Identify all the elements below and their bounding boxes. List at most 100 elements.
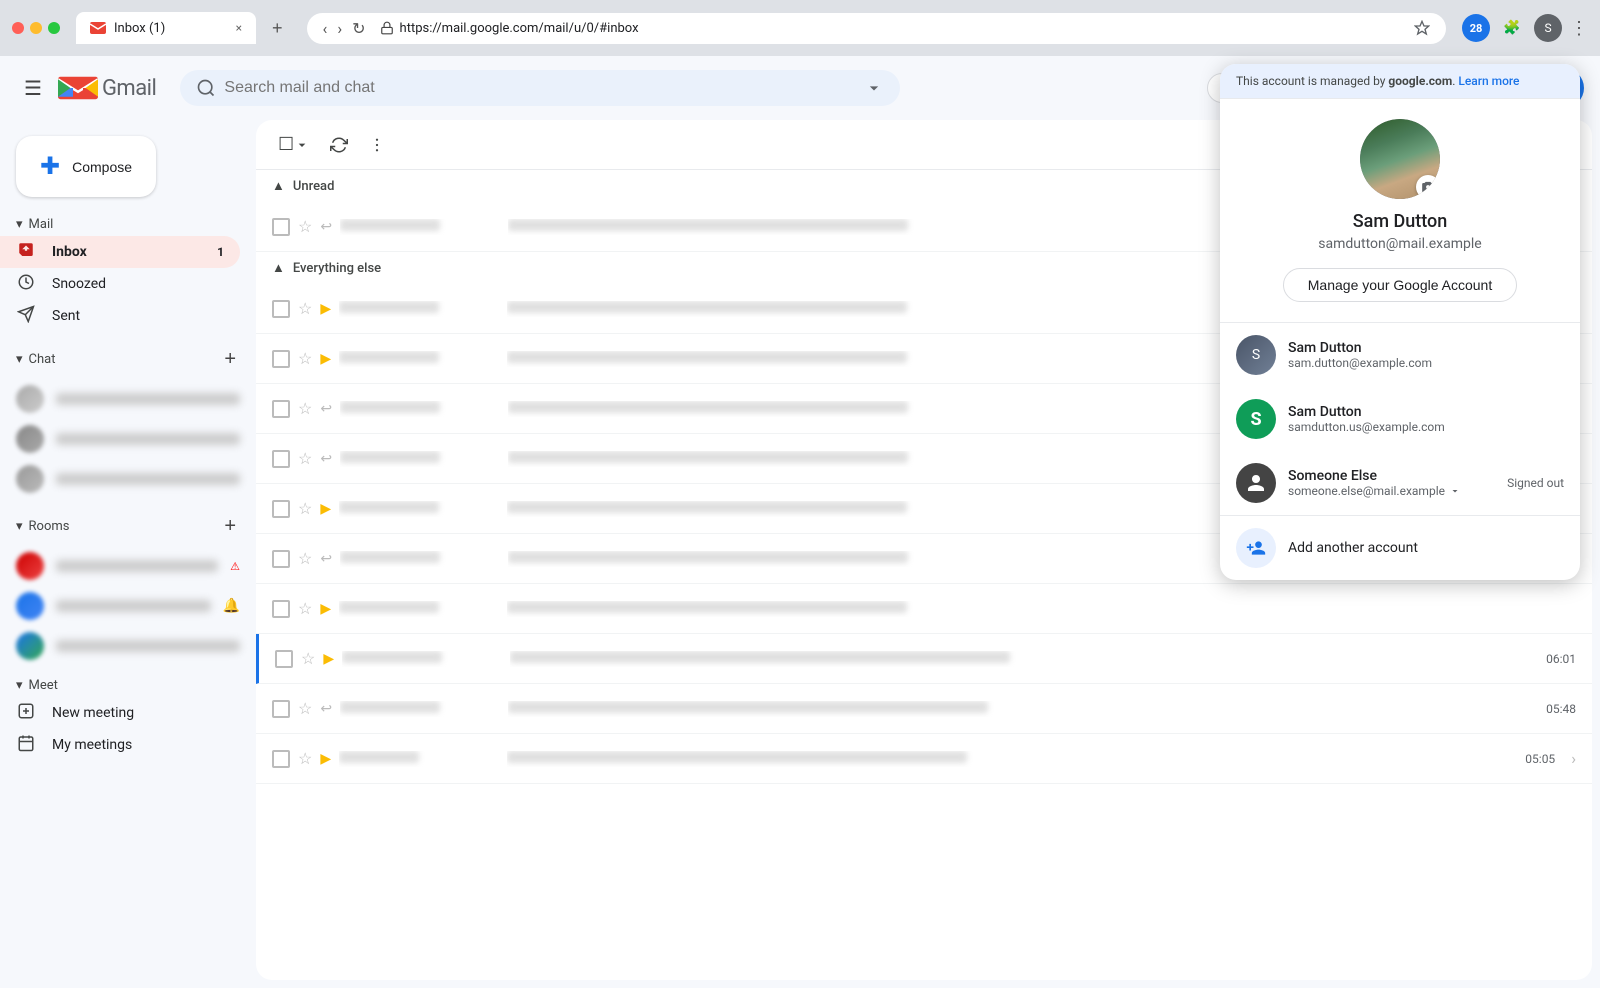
chat-item-2[interactable] [0, 419, 256, 459]
add-room-button[interactable]: + [220, 511, 240, 542]
forward-icon: ▶ [320, 751, 331, 767]
account-item-3[interactable]: Someone Else someone.else@mail.example S… [1220, 451, 1580, 515]
browser-menu-icon[interactable]: ⋮ [1570, 18, 1588, 39]
sidebar-item-new-meeting[interactable]: New meeting [0, 697, 240, 729]
forward-icon: ↩ [320, 701, 332, 717]
sidebar-item-snoozed[interactable]: Snoozed [0, 268, 240, 300]
star-icon[interactable]: ☆ [301, 649, 315, 668]
new-meeting-icon [16, 702, 36, 725]
email-preview [508, 701, 1530, 717]
account-item-2[interactable]: S Sam Dutton samdutton.us@example.com [1220, 387, 1580, 451]
chat-item-1[interactable] [0, 379, 256, 419]
star-icon[interactable]: ☆ [298, 299, 312, 318]
camera-icon[interactable] [1416, 175, 1440, 199]
email-checkbox[interactable] [275, 650, 293, 668]
unread-label: Unread [293, 179, 335, 194]
menu-hamburger-button[interactable]: ☰ [16, 68, 50, 109]
star-icon[interactable]: ☆ [298, 749, 312, 768]
email-checkbox[interactable] [272, 550, 290, 568]
chat-section-header[interactable]: ▾ Chat + [0, 340, 256, 379]
chat-avatar-3 [16, 465, 44, 493]
learn-more-link[interactable]: Learn more [1458, 74, 1519, 88]
email-checkbox[interactable] [272, 350, 290, 368]
email-sender [340, 551, 500, 567]
email-checkbox[interactable] [272, 400, 290, 418]
forward-icon[interactable]: › [337, 19, 342, 38]
account-info-1: Sam Dutton sam.dutton@example.com [1288, 340, 1564, 370]
room-avatar-1 [16, 552, 44, 580]
email-row-ee-8[interactable]: ☆ ▶ 06:01 [256, 634, 1592, 684]
search-icon [196, 78, 216, 98]
browser-tab[interactable]: Inbox (1) × [76, 12, 256, 44]
room-item-3[interactable] [0, 626, 256, 666]
mail-section-label: Mail [29, 217, 54, 232]
email-checkbox[interactable] [272, 500, 290, 518]
compose-button[interactable]: ✚ Compose [16, 136, 156, 197]
mail-section-header[interactable]: ▾ Mail [0, 213, 256, 236]
reload-icon[interactable]: ↻ [352, 19, 365, 38]
new-tab-button[interactable]: + [264, 18, 291, 39]
select-dropdown-icon[interactable] [294, 137, 310, 153]
tab-close-button[interactable]: × [236, 21, 242, 35]
expand-icon[interactable]: › [1571, 749, 1576, 768]
lock-icon [380, 21, 394, 35]
account-item-1[interactable]: S Sam Dutton sam.dutton@example.com [1220, 323, 1580, 387]
puzzle-extension-icon[interactable]: 🧩 [1498, 14, 1526, 42]
forward-icon: ▶ [320, 301, 331, 317]
refresh-button[interactable] [324, 130, 354, 160]
add-chat-button[interactable]: + [220, 344, 240, 375]
room-item-2[interactable]: 🔔 [0, 586, 256, 626]
search-bar[interactable] [180, 70, 900, 106]
email-row-ee-9[interactable]: ☆ ↩ 05:48 [256, 684, 1592, 734]
meet-section-label: Meet [29, 678, 58, 693]
star-icon[interactable]: ☆ [298, 599, 312, 618]
bookmark-icon[interactable] [1414, 20, 1430, 36]
manage-account-button[interactable]: Manage your Google Account [1283, 268, 1517, 302]
star-icon[interactable]: ☆ [298, 449, 312, 468]
window-maximize-dot[interactable] [48, 22, 60, 34]
add-account-button[interactable]: Add another account [1220, 515, 1580, 580]
address-bar[interactable]: ‹ › ↻ https://mail.google.com/mail/u/0/#… [307, 13, 1446, 44]
window-close-dot[interactable] [12, 22, 24, 34]
my-meetings-icon [16, 734, 36, 757]
email-preview [507, 601, 1576, 617]
room-item-1[interactable]: ⚠ [0, 546, 256, 586]
sidebar-item-my-meetings[interactable]: My meetings [0, 729, 240, 761]
email-checkbox[interactable] [272, 300, 290, 318]
account-email-1: sam.dutton@example.com [1288, 356, 1564, 370]
email-row-ee-7[interactable]: ☆ ▶ [256, 584, 1592, 634]
profile-avatar[interactable]: S [1534, 14, 1562, 42]
email-checkbox[interactable] [272, 450, 290, 468]
unread-chevron-icon[interactable]: ▲ [272, 178, 285, 194]
account-email-2: samdutton.us@example.com [1288, 420, 1564, 434]
meet-section-header[interactable]: ▾ Meet [0, 674, 256, 697]
chat-item-3[interactable] [0, 459, 256, 499]
search-dropdown-icon[interactable] [864, 78, 884, 98]
star-icon[interactable]: ☆ [298, 549, 312, 568]
star-icon[interactable]: ☆ [298, 217, 312, 236]
email-checkbox[interactable] [272, 750, 290, 768]
sidebar-item-sent[interactable]: Sent [0, 300, 240, 332]
calendar-extension-icon[interactable]: 28 [1462, 14, 1490, 42]
back-icon[interactable]: ‹ [323, 19, 328, 38]
more-options-button[interactable] [362, 130, 392, 160]
star-icon[interactable]: ☆ [298, 499, 312, 518]
sidebar-item-inbox[interactable]: Inbox 1 [0, 236, 240, 268]
tab-title: Inbox (1) [114, 21, 165, 36]
search-input[interactable] [224, 79, 856, 97]
rooms-section-header[interactable]: ▾ Rooms + [0, 507, 256, 546]
email-checkbox[interactable] [272, 700, 290, 718]
email-checkbox[interactable] [272, 600, 290, 618]
email-checkbox[interactable] [272, 218, 290, 236]
sidebar: ✚ Compose ▾ Mail Inbox 1 Snoozed [0, 120, 256, 988]
email-row-ee-10[interactable]: ☆ ▶ 05:05 › [256, 734, 1592, 784]
star-icon[interactable]: ☆ [298, 399, 312, 418]
star-icon[interactable]: ☆ [298, 349, 312, 368]
select-all-button[interactable]: ☐ [272, 128, 316, 161]
window-minimize-dot[interactable] [30, 22, 42, 34]
everything-else-chevron-icon[interactable]: ▲ [272, 260, 285, 276]
rooms-section-label: Rooms [29, 519, 70, 534]
star-icon[interactable]: ☆ [298, 699, 312, 718]
refresh-icon [330, 136, 348, 154]
email-sender [340, 451, 500, 467]
